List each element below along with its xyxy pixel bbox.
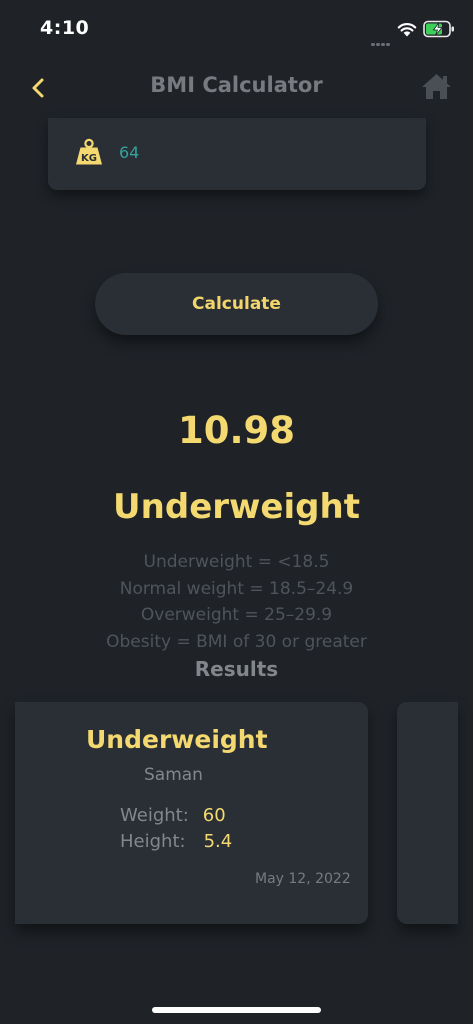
height-label: Height: (120, 831, 186, 852)
header: BMI Calculator (0, 58, 473, 118)
home-indicator[interactable] (152, 1007, 321, 1013)
home-icon[interactable] (420, 71, 453, 101)
bmi-ranges: Underweight = <18.5 Normal weight = 18.5… (0, 549, 473, 655)
range-underweight: Underweight = <18.5 (143, 552, 330, 572)
result-name: Saman (144, 765, 203, 785)
signal-dots-icon (371, 31, 393, 46)
range-overweight: Overweight = 25–29.9 (140, 605, 333, 625)
status-bar: 4:10 (0, 0, 473, 58)
range-normal: Normal weight = 18.5–24.9 (119, 578, 354, 599)
weight-value: 60 (202, 805, 226, 826)
result-category: Underweight (86, 725, 268, 754)
result-card[interactable]: Underweight Saman Weight: 60 Height: 5.4 M… (15, 702, 368, 924)
range-obesity: Obesity = BMI of 30 or greater (106, 631, 367, 652)
page-title: BMI Calculator (150, 73, 323, 97)
weight-label: Weight: (120, 805, 189, 826)
status-time: 4:10 (40, 17, 90, 39)
bmi-category: Underweight (113, 487, 360, 527)
result-date: May 12, 2022 (255, 871, 351, 887)
result-height-row: Height: 5.4 (120, 831, 232, 852)
calculate-button[interactable]: Calculate (95, 273, 378, 335)
results-title: Results (194, 657, 279, 681)
weight-value[interactable]: 64 (119, 143, 139, 162)
result-weight-row: Weight: 60 (120, 805, 226, 826)
kg-weight-icon: KG (76, 138, 102, 165)
wifi-icon (397, 23, 417, 37)
battery-charging-icon (423, 20, 454, 38)
result-card-next[interactable] (397, 702, 458, 924)
height-value: 5.4 (203, 831, 233, 852)
weight-input-card[interactable]: KG 64 (48, 118, 426, 190)
bmi-value: 10.98 (177, 409, 296, 452)
svg-text:KG: KG (81, 153, 97, 164)
